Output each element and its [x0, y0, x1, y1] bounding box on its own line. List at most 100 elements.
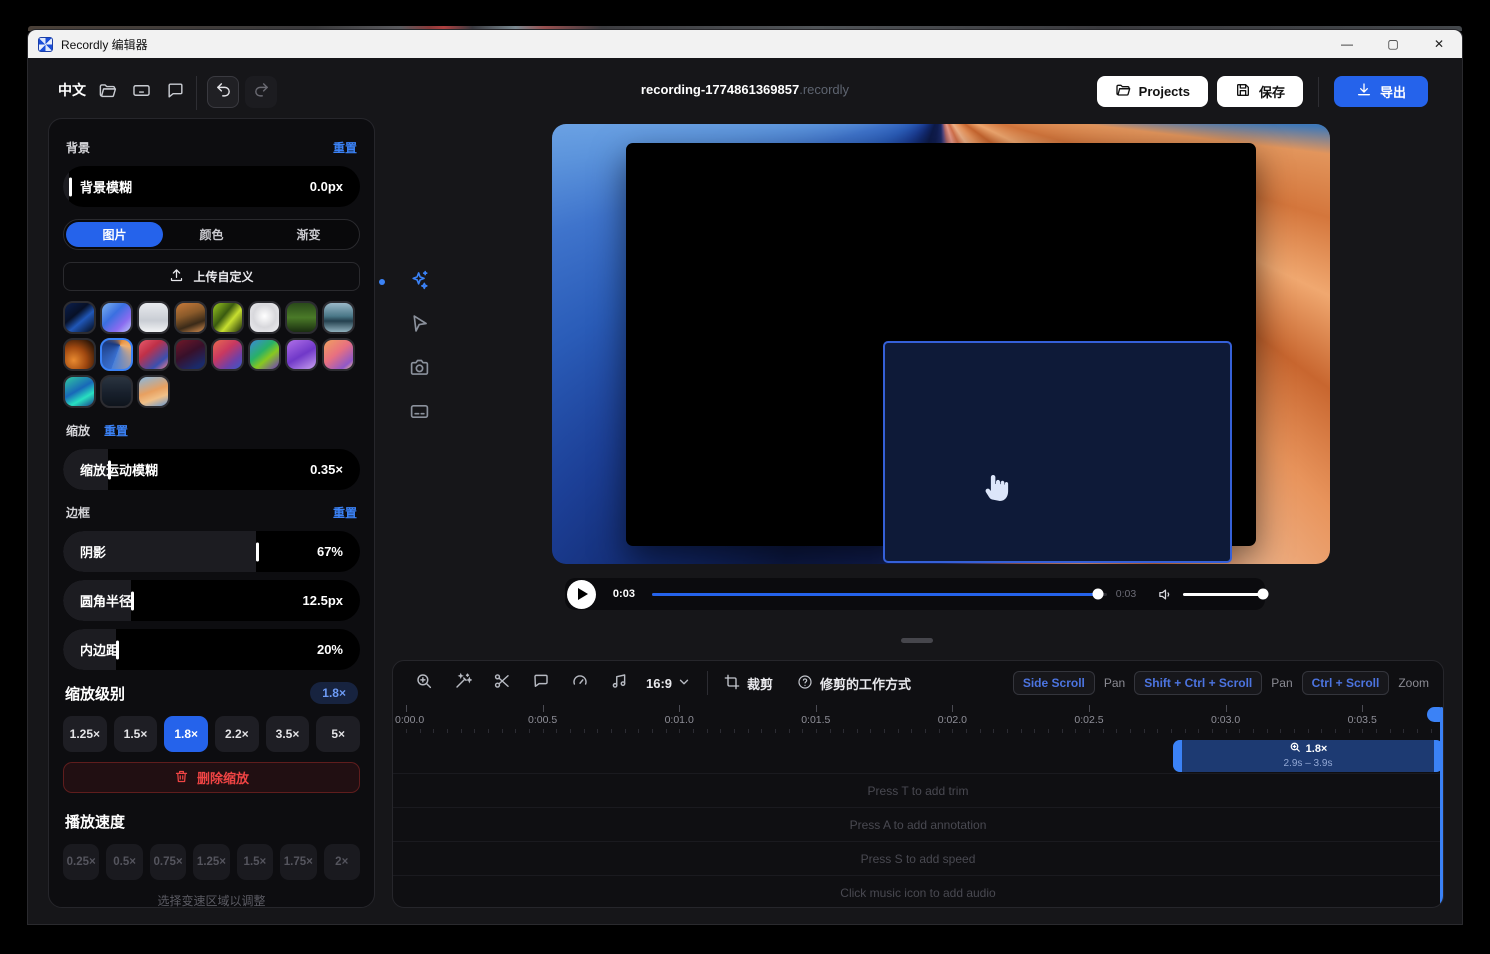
zoom-option-2.2×[interactable]: 2.2×	[215, 716, 259, 752]
wallpaper-thumb-violet-gradient[interactable]	[285, 338, 318, 371]
padding-slider[interactable]: 内边距20%	[63, 629, 360, 670]
wallpaper-thumb-white-spiral[interactable]	[248, 301, 281, 334]
window-title: Recordly 编辑器	[61, 36, 148, 53]
export-button[interactable]: 导出	[1334, 76, 1428, 107]
corner-radius-slider[interactable]: 圆角半径12.5px	[63, 580, 360, 621]
wallpaper-thumb-white-city-fog[interactable]	[137, 301, 170, 334]
seek-handle[interactable]	[1092, 589, 1103, 600]
delete-zoom-button[interactable]: 删除缩放	[63, 762, 360, 793]
speed-option-2×[interactable]: 2×	[324, 844, 360, 880]
zoom-option-1.8×[interactable]: 1.8×	[164, 716, 208, 752]
wallpaper-thumb-green-purple-gradient[interactable]	[248, 338, 281, 371]
trim-help-button[interactable]: 修剪的工作方式	[797, 674, 911, 693]
upload-custom-button[interactable]: 上传自定义	[63, 262, 360, 291]
wallpaper-thumb-night-mountain[interactable]	[100, 375, 133, 408]
timeline-tool-music[interactable]	[606, 670, 632, 696]
timeline-tool-annotation[interactable]	[528, 670, 554, 696]
corner-radius-value: 12.5px	[303, 593, 343, 608]
speed-option-0.75×[interactable]: 0.75×	[150, 844, 186, 880]
panel-resize-handle[interactable]	[901, 638, 933, 643]
speaker-icon[interactable]	[1158, 587, 1173, 602]
video-preview[interactable]	[552, 124, 1330, 564]
background-tab-0[interactable]: 图片	[66, 222, 163, 247]
background-tab-2[interactable]: 渐变	[260, 222, 357, 247]
playhead-line[interactable]	[1440, 707, 1443, 907]
wallpaper-thumb-blue-purple-flow[interactable]	[100, 301, 133, 334]
zoom-option-1.25×[interactable]: 1.25×	[63, 716, 107, 752]
zoom-option-5×[interactable]: 5×	[316, 716, 360, 752]
background-blur-slider[interactable]: 背景模糊 0.0px	[63, 166, 360, 207]
timeline-ruler[interactable]: 0:00.00:00.50:01.00:01.50:02.00:02.50:03…	[393, 705, 1443, 733]
zoom-segment[interactable]: 1.8× 2.9s – 3.9s	[1173, 740, 1443, 772]
seek-bar[interactable]	[652, 593, 1107, 596]
maximize-button[interactable]: ▢	[1370, 30, 1416, 58]
wallpaper-thumb-dark-blue-abstract[interactable]	[63, 301, 96, 334]
annotation-icon	[532, 672, 550, 695]
wallpaper-thumb-aurora-teal[interactable]	[63, 375, 96, 408]
padding-label: 内边距	[80, 640, 119, 659]
close-button[interactable]: ✕	[1416, 30, 1462, 58]
rail-cursor-button[interactable]	[396, 304, 442, 348]
aspect-ratio-dropdown[interactable]: 16:9	[646, 675, 691, 692]
wallpaper-thumb-orange-pink-blue[interactable]	[322, 338, 355, 371]
projects-button[interactable]: Projects	[1097, 76, 1208, 107]
playhead-marker[interactable]	[1427, 707, 1441, 722]
segment-left-handle[interactable]	[1173, 740, 1182, 772]
wallpaper-thumb-orange-blue-clouds[interactable]	[137, 375, 170, 408]
speed-option-0.25×[interactable]: 0.25×	[63, 844, 99, 880]
wallpaper-thumb-red-pink-blue-swirl[interactable]	[137, 338, 170, 371]
wallpaper-thumb-green-plants[interactable]	[285, 301, 318, 334]
zoom-option-3.5×[interactable]: 3.5×	[266, 716, 310, 752]
timeline-tool-scissors[interactable]	[489, 670, 515, 696]
sparkles-icon	[409, 269, 430, 295]
save-icon	[1235, 82, 1251, 101]
zoom-level-section-title: 缩放级别	[65, 683, 125, 704]
projects-label: Projects	[1139, 84, 1190, 99]
speed-option-1.25×[interactable]: 1.25×	[193, 844, 229, 880]
crop-button[interactable]: 裁剪	[724, 674, 773, 693]
minimize-button[interactable]: —	[1324, 30, 1370, 58]
zoom-motion-blur-slider[interactable]: 缩放运动模糊 0.35×	[63, 449, 360, 490]
volume-handle[interactable]	[1257, 589, 1268, 600]
volume-slider[interactable]	[1183, 593, 1265, 596]
video-frame	[626, 143, 1256, 546]
background-tab-1[interactable]: 颜色	[163, 222, 260, 247]
background-reset-link[interactable]: 重置	[333, 139, 357, 156]
wallpaper-thumb-orange-flower[interactable]	[63, 338, 96, 371]
speed-option-0.5×[interactable]: 0.5×	[106, 844, 142, 880]
timeline-tool-zoom-in[interactable]	[411, 670, 437, 696]
zoom-option-1.5×[interactable]: 1.5×	[114, 716, 158, 752]
zoom-reset-link[interactable]: 重置	[104, 422, 128, 439]
timeline-tool-magic-wand[interactable]	[450, 670, 476, 696]
wallpaper-thumb-green-yellow-abstract[interactable]	[211, 301, 244, 334]
play-button[interactable]	[567, 580, 596, 609]
aspect-ratio-value: 16:9	[646, 676, 672, 691]
zoom-level-badge: 1.8×	[310, 682, 358, 704]
speed-option-1.75×[interactable]: 1.75×	[280, 844, 316, 880]
save-button[interactable]: 保存	[1217, 76, 1303, 107]
timeline-tool-speed-gauge[interactable]	[567, 670, 593, 696]
cursor-icon	[409, 313, 430, 339]
shadow-slider[interactable]: 阴影67%	[63, 531, 360, 572]
timeline-tracks[interactable]: 1.8× 2.9s – 3.9s Press T to add trimPres…	[393, 733, 1443, 908]
crop-label: 裁剪	[747, 674, 773, 693]
speed-option-1.5×[interactable]: 1.5×	[237, 844, 273, 880]
wallpaper-thumb-dark-red-blue-wave[interactable]	[174, 338, 207, 371]
wallpaper-thumb-orange-blue-rays[interactable]	[100, 338, 133, 371]
duration-time: 0:03	[1116, 588, 1136, 600]
trash-icon	[174, 769, 189, 787]
upload-icon	[169, 268, 184, 286]
background-section-title: 背景	[66, 139, 90, 156]
magic-wand-icon	[454, 672, 472, 695]
zoom-selection-rect[interactable]	[883, 341, 1232, 563]
rail-effects-button[interactable]	[396, 260, 442, 304]
wallpaper-thumb-autumn-landscape[interactable]	[174, 301, 207, 334]
segment-range: 2.9s – 3.9s	[1284, 758, 1333, 771]
zoom-level-options: 1.25×1.5×1.8×2.2×3.5×5×	[63, 716, 360, 752]
wallpaper-thumb-red-blue-wave[interactable]	[211, 338, 244, 371]
frame-reset-link[interactable]: 重置	[333, 504, 357, 521]
rail-captions-button[interactable]	[396, 392, 442, 436]
rail-camera-button[interactable]	[396, 348, 442, 392]
delete-zoom-label: 删除缩放	[197, 768, 249, 787]
wallpaper-thumb-teal-mountain-lake[interactable]	[322, 301, 355, 334]
